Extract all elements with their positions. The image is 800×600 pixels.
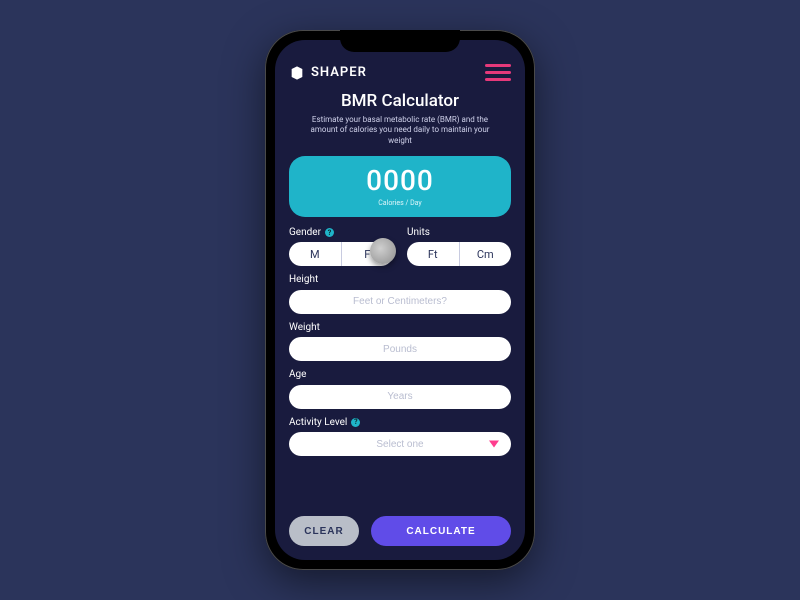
help-icon[interactable]: ? (351, 418, 360, 427)
gender-label: Gender ? (289, 227, 393, 238)
height-input[interactable] (289, 290, 511, 314)
units-option-cm[interactable]: Cm (459, 242, 512, 266)
hamburger-icon (485, 64, 511, 67)
page-subtitle: Estimate your basal metabolic rate (BMR)… (299, 115, 501, 146)
phone-notch (340, 30, 460, 52)
app-brand[interactable]: SHAPER (289, 65, 367, 81)
page-title: BMR Calculator (289, 91, 511, 111)
activity-label: Activity Level ? (289, 417, 511, 428)
phone-frame: SHAPER BMR Calculator Estimate your basa… (265, 30, 535, 570)
result-unit: Calories / Day (289, 199, 511, 207)
gender-option-f[interactable]: F (341, 242, 394, 266)
brand-name: SHAPER (311, 65, 367, 80)
calculate-button[interactable]: CALCULATE (371, 516, 511, 546)
help-icon[interactable]: ? (325, 228, 334, 237)
menu-button[interactable] (485, 64, 511, 81)
brand-icon (289, 65, 305, 81)
age-input[interactable] (289, 385, 511, 409)
units-toggle[interactable]: Ft Cm (407, 242, 511, 266)
activity-select[interactable] (289, 432, 511, 456)
result-display: 0000 Calories / Day (289, 156, 511, 217)
app-screen: SHAPER BMR Calculator Estimate your basa… (275, 40, 525, 560)
weight-label: Weight (289, 322, 511, 333)
age-label: Age (289, 369, 511, 380)
result-value: 0000 (289, 164, 511, 197)
gender-option-m[interactable]: M (289, 242, 341, 266)
gender-toggle[interactable]: M F (289, 242, 393, 266)
height-label: Height (289, 274, 511, 285)
units-label: Units (407, 227, 511, 238)
clear-button[interactable]: CLEAR (289, 516, 359, 546)
units-option-ft[interactable]: Ft (407, 242, 459, 266)
weight-input[interactable] (289, 337, 511, 361)
app-header: SHAPER (289, 64, 511, 81)
